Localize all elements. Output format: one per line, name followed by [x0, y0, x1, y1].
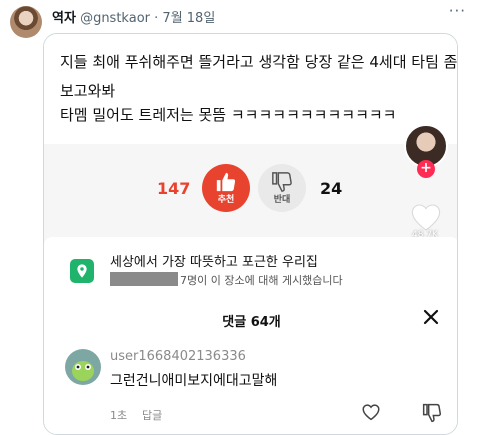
separator: · — [154, 11, 159, 26]
redacted-count — [110, 272, 178, 286]
attached-image[interactable]: 지들 최애 푸쉬해주면 뜰거라고 생각함 당장 같은 4세대 타팀 좀 보고와봐… — [43, 33, 458, 435]
commenter-avatar[interactable] — [65, 349, 101, 385]
comments-sheet: 세상에서 가장 따뜻하고 포근한 우리집 7명이 이 장소에 대해 게시했습니다… — [44, 237, 457, 434]
author-avatar[interactable] — [10, 6, 42, 38]
post-body: 지들 최애 푸쉬해주면 뜰거라고 생각함 당장 같은 4세대 타팀 좀 보고와봐… — [44, 34, 458, 144]
comment-time: 1초 — [110, 409, 128, 422]
location-pin-icon — [70, 259, 94, 283]
comment-dislike-icon[interactable] — [422, 403, 442, 423]
heart-icon[interactable] — [409, 202, 443, 232]
tweet-header: 역자 @gnstkaor · 7월 18일 — [52, 7, 215, 26]
tweet-date[interactable]: 7월 18일 — [162, 11, 215, 26]
location-name[interactable]: 세상에서 가장 따뜻하고 포근한 우리집 — [110, 251, 318, 270]
reply-button[interactable]: 답글 — [142, 407, 162, 423]
comments-title: 댓글 64개 — [222, 315, 281, 330]
downvote-label: 반대 — [273, 195, 291, 205]
more-options-icon[interactable]: ··· — [449, 2, 466, 20]
upvote-count: 147 — [157, 179, 191, 198]
comment-like-icon[interactable] — [361, 403, 381, 421]
downvote-button[interactable]: 반대 — [258, 164, 306, 212]
follow-plus-icon[interactable]: + — [417, 160, 435, 178]
post-text-line-2: 보고와봐 — [60, 82, 116, 100]
downvote-count: 24 — [320, 179, 343, 198]
vote-area — [44, 144, 457, 244]
post-text-line-3: 타멤 밀어도 트레저는 못뜸 ㅋㅋㅋㅋㅋㅋㅋㅋㅋㅋㅋㅋ — [60, 106, 397, 124]
comment-text: 그런건니애미보지에대고말해 — [110, 373, 278, 389]
author-name[interactable]: 역자 — [52, 11, 76, 26]
author-handle[interactable]: @gnstkaor — [80, 11, 150, 26]
post-text-line-1: 지들 최애 푸쉬해주면 뜰거라고 생각함 당장 같은 4세대 타팀 좀 — [60, 53, 458, 71]
thumbs-up-icon — [216, 172, 236, 192]
thumbs-down-icon — [272, 172, 292, 192]
upvote-label: 추천 — [217, 195, 235, 205]
location-subtitle: 7명이 이 장소에 대해 게시했습니다 — [180, 274, 343, 287]
commenter-username[interactable]: user1668402136336 — [110, 349, 246, 364]
upvote-button[interactable]: 추천 — [202, 164, 250, 212]
close-icon[interactable] — [421, 307, 441, 327]
